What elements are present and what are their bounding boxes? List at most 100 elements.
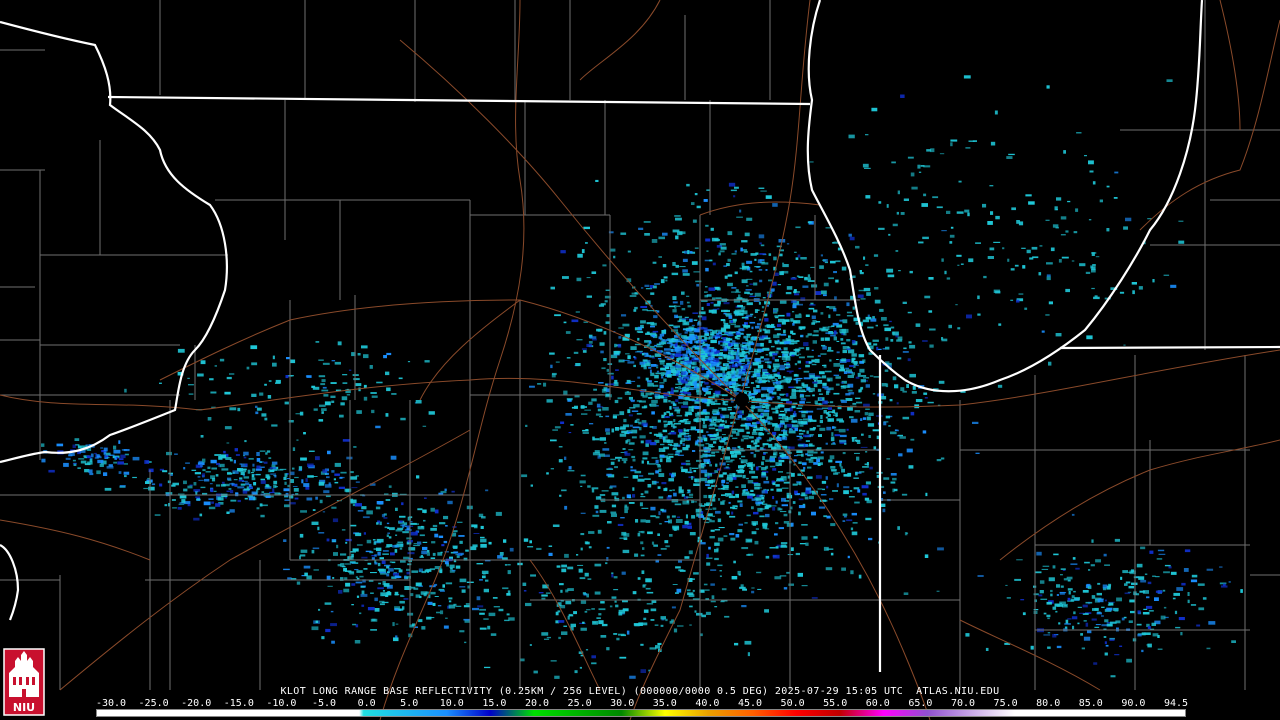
echo-pixel	[834, 429, 840, 431]
echo-pixel	[1083, 620, 1087, 622]
echo-pixel	[350, 499, 357, 504]
echo-pixel	[765, 269, 768, 271]
echo-pixel	[355, 475, 359, 477]
echo-pixel	[90, 453, 94, 458]
echo-pixel	[684, 432, 690, 435]
echo-pixel	[719, 250, 725, 253]
echo-pixel	[862, 492, 867, 496]
echo-pixel	[711, 420, 715, 423]
echo-pixel	[1160, 615, 1166, 620]
echo-pixel	[750, 294, 753, 296]
echo-pixel	[802, 285, 809, 288]
echo-pixel	[749, 283, 753, 285]
echo-pixel	[795, 314, 802, 318]
scale-label: -5.0	[311, 698, 337, 709]
echo-pixel	[303, 432, 306, 435]
echo-pixel	[715, 334, 723, 337]
echo-pixel	[1046, 262, 1053, 265]
echo-pixel	[812, 340, 817, 344]
echo-pixel	[1026, 249, 1031, 254]
echo-pixel	[701, 300, 708, 302]
echo-pixel	[649, 647, 657, 650]
echo-pixel	[886, 458, 891, 460]
echo-pixel	[337, 564, 342, 567]
echo-pixel	[836, 340, 840, 342]
echo-pixel	[383, 355, 387, 359]
echo-pixel	[394, 549, 398, 553]
echo-pixel	[779, 394, 784, 396]
echo-pixel	[815, 291, 821, 295]
echo-pixel	[704, 394, 706, 396]
echo-pixel	[846, 339, 851, 342]
echo-pixel	[647, 531, 653, 535]
echo-pixel	[761, 393, 764, 398]
echo-pixel	[229, 407, 237, 411]
echo-pixel	[303, 565, 311, 569]
echo-pixel	[629, 295, 637, 297]
echo-pixel	[1079, 612, 1085, 614]
echo-pixel	[833, 330, 837, 335]
echo-pixel	[695, 336, 698, 340]
echo-pixel	[821, 344, 826, 347]
echo-pixel	[706, 502, 713, 505]
echo-pixel	[700, 469, 708, 474]
echo-pixel	[371, 395, 378, 398]
echo-pixel	[902, 416, 910, 420]
echo-pixel	[564, 505, 568, 510]
echo-pixel	[361, 604, 365, 607]
echo-pixel	[600, 350, 604, 354]
echo-pixel	[878, 227, 885, 230]
echo-pixel	[200, 465, 204, 467]
echo-pixel	[632, 487, 635, 491]
echo-pixel	[828, 459, 833, 463]
echo-pixel	[756, 377, 762, 380]
echo-pixel	[337, 341, 342, 346]
echo-pixel	[896, 211, 899, 215]
echo-pixel	[915, 323, 921, 327]
echo-pixel	[1056, 594, 1059, 596]
echo-pixel	[709, 435, 717, 437]
echo-pixel	[1231, 640, 1236, 643]
echo-pixel	[187, 485, 193, 489]
scale-label: -30.0	[95, 698, 127, 709]
echo-pixel	[581, 413, 588, 415]
echo-pixel	[883, 421, 887, 426]
echo-pixel	[549, 352, 555, 355]
echo-pixel	[331, 470, 335, 473]
echo-pixel	[204, 478, 210, 482]
echo-pixel	[727, 464, 730, 466]
echo-pixel	[1126, 658, 1132, 663]
echo-pixel	[648, 397, 653, 399]
reflectivity-colorbar	[96, 709, 1186, 717]
echo-pixel	[672, 489, 675, 491]
echo-pixel	[103, 472, 108, 476]
echo-pixel	[892, 223, 898, 227]
echo-pixel	[922, 430, 927, 434]
echo-pixel	[640, 541, 644, 545]
echo-pixel	[653, 315, 658, 319]
echo-pixel	[605, 428, 610, 432]
echo-pixel	[119, 486, 126, 488]
echo-pixel	[818, 506, 826, 509]
echo-pixel	[898, 434, 903, 437]
echo-pixel	[166, 451, 172, 456]
scale-label: 30.0	[610, 698, 635, 709]
echo-pixel	[197, 476, 201, 478]
echo-pixel	[664, 366, 670, 370]
echo-pixel	[722, 346, 726, 348]
echo-pixel	[399, 520, 403, 523]
echo-pixel	[1028, 201, 1035, 205]
echo-pixel	[768, 365, 771, 369]
echo-pixel	[1085, 601, 1093, 604]
echo-pixel	[658, 395, 664, 399]
echo-pixel	[644, 354, 651, 357]
echo-pixel	[736, 410, 742, 414]
echo-pixel	[443, 540, 448, 544]
echo-pixel	[735, 353, 739, 357]
echo-pixel	[614, 343, 617, 348]
echo-pixel	[488, 541, 492, 545]
echo-pixel	[525, 602, 532, 607]
echo-pixel	[379, 571, 387, 574]
echo-pixel	[1106, 185, 1110, 188]
echo-pixel	[239, 477, 243, 480]
